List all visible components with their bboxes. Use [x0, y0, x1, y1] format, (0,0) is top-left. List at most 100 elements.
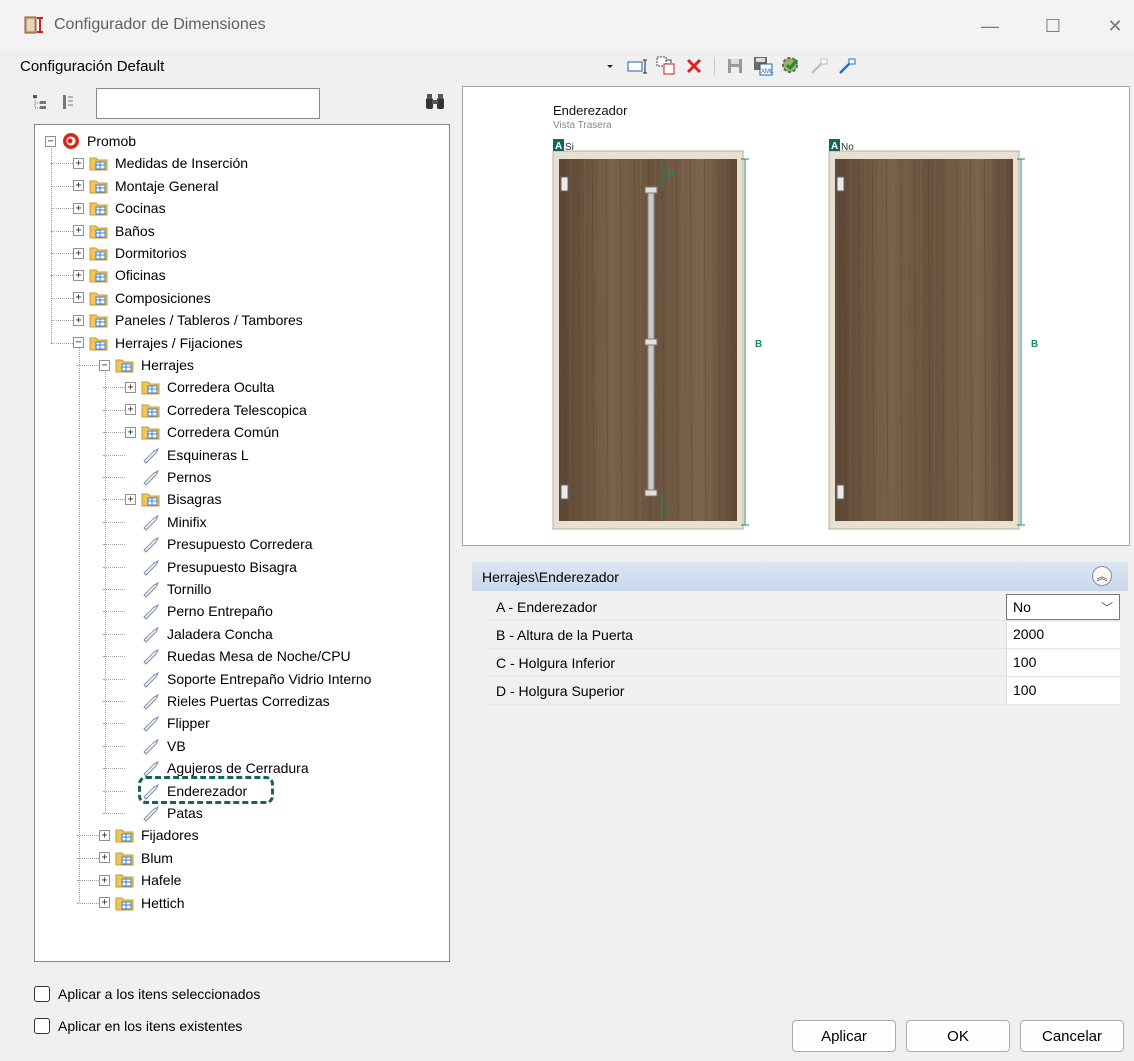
tree-node[interactable]: Ruedas Mesa de Noche/CPU — [141, 645, 351, 667]
collapse-node-icon[interactable]: − — [99, 359, 110, 371]
tree-node[interactable]: Perno Entrepaño — [141, 600, 273, 622]
tree-node[interactable]: + Dormitorios — [73, 242, 187, 264]
property-name: C - Holgura Inferior — [496, 655, 616, 671]
folder-icon — [115, 852, 134, 866]
rename-icon[interactable] — [626, 54, 650, 78]
expand-node-icon[interactable]: + — [125, 426, 136, 438]
tree-guide-line — [103, 432, 125, 434]
import-icon[interactable] — [807, 54, 831, 78]
dimension-d-label: D — [667, 169, 674, 179]
tree-node[interactable]: + Hettich — [99, 892, 185, 914]
tree-node[interactable]: Jaladera Concha — [141, 623, 273, 645]
tree-guide-line — [103, 611, 125, 613]
tree-node[interactable]: Pernos — [141, 466, 211, 488]
tree-node[interactable]: Patas — [141, 802, 203, 824]
tree-node[interactable]: Rieles Puertas Corredizas — [141, 690, 330, 712]
tree-node-promob[interactable]: − Promob — [45, 130, 136, 152]
tree-node[interactable]: VB — [141, 735, 186, 757]
category-tree[interactable]: − Promob + Medidas de Inserción + Montaje Gen… — [34, 124, 450, 962]
collapse-node-icon[interactable]: − — [45, 135, 56, 147]
holgura-superior-field[interactable]: 100 — [1006, 678, 1120, 704]
tree-view-icon[interactable] — [30, 92, 50, 112]
tree-node[interactable]: Minifix — [141, 511, 207, 533]
tree-node[interactable]: Flipper — [141, 712, 210, 734]
save-icon[interactable] — [723, 54, 747, 78]
enderezador-select[interactable]: No ﹀ — [1006, 594, 1120, 620]
save-as-icon[interactable]: XML — [751, 54, 775, 78]
search-input[interactable] — [96, 88, 320, 119]
expand-node-icon[interactable]: + — [99, 897, 110, 909]
tree-node[interactable]: + Cocinas — [73, 197, 166, 219]
tree-node[interactable]: + Medidas de Inserción — [73, 152, 248, 174]
tree-node[interactable]: Esquineras L — [141, 444, 249, 466]
tree-node[interactable]: + Corredera Común — [125, 421, 279, 443]
tree-node[interactable]: + Oficinas — [73, 264, 166, 286]
expand-node-icon[interactable]: + — [125, 381, 136, 393]
ok-button[interactable]: OK — [906, 1020, 1010, 1052]
copy-config-icon[interactable] — [654, 54, 678, 78]
tree-node-label: Paneles / Tableros / Tambores — [115, 312, 303, 329]
tree-guide-line — [103, 678, 125, 680]
expand-node-icon[interactable]: + — [73, 269, 84, 281]
properties-header: Herrajes\Enderezador ︽ — [472, 562, 1128, 591]
expand-node-icon[interactable]: + — [99, 852, 110, 864]
expand-node-icon[interactable]: + — [73, 292, 84, 304]
expand-node-icon[interactable]: + — [125, 404, 136, 416]
tree-node[interactable]: Soporte Entrepaño Vidrio Interno — [141, 668, 371, 690]
tree-node[interactable]: − Herrajes — [99, 354, 194, 376]
apply-selected-checkbox[interactable] — [34, 986, 50, 1002]
tree-guide-line — [51, 208, 73, 210]
tree-node[interactable]: − Herrajes / Fijaciones — [73, 332, 243, 354]
tree-node-label: Medidas de Inserción — [115, 155, 249, 172]
cancel-button[interactable]: Cancelar — [1020, 1020, 1124, 1052]
tree-node[interactable]: Presupuesto Corredera — [141, 533, 313, 555]
tree-node[interactable]: Tornillo — [141, 578, 211, 600]
folder-icon — [141, 381, 160, 395]
export-icon[interactable] — [835, 54, 859, 78]
expand-node-icon[interactable]: + — [73, 314, 84, 326]
property-name: A - Enderezador — [496, 599, 598, 615]
minimize-button[interactable]: — — [975, 12, 1005, 40]
expand-node-icon[interactable]: + — [73, 157, 84, 169]
delete-icon[interactable] — [682, 54, 706, 78]
window-title: Configurador de Dimensiones — [54, 16, 266, 33]
door-preview: Enderezador Vista Trasera A Si D C B A N… — [462, 86, 1130, 546]
tree-node[interactable]: + Composiciones — [73, 287, 211, 309]
close-button[interactable]: ✕ — [1100, 12, 1130, 40]
expand-node-icon[interactable]: + — [73, 225, 84, 237]
apply-existing-option[interactable]: Aplicar en los itens existentes — [34, 1018, 242, 1034]
expand-node-icon[interactable]: + — [73, 202, 84, 214]
tree-guide-line — [103, 566, 125, 568]
expand-node-icon[interactable]: + — [125, 493, 136, 505]
settings-check-icon[interactable] — [779, 54, 803, 78]
expand-node-icon[interactable]: + — [99, 874, 110, 886]
tree-node[interactable]: Presupuesto Bisagra — [141, 556, 297, 578]
apply-existing-checkbox[interactable] — [34, 1018, 50, 1034]
apply-selected-option[interactable]: Aplicar a los itens seleccionados — [34, 986, 260, 1002]
tree-node[interactable]: + Paneles / Tableros / Tambores — [73, 309, 303, 331]
hardware-item-icon — [143, 716, 160, 733]
holgura-inferior-field[interactable]: 100 — [1006, 650, 1120, 676]
expand-node-icon[interactable]: + — [73, 180, 84, 192]
maximize-button[interactable]: ☐ — [1038, 12, 1068, 40]
binoculars-search-icon[interactable] — [424, 92, 446, 112]
tree-node[interactable]: + Bisagras — [125, 488, 221, 510]
expand-node-icon[interactable]: + — [99, 829, 110, 841]
apply-button[interactable]: Aplicar — [792, 1020, 896, 1052]
tree-node[interactable]: + Hafele — [99, 869, 181, 891]
tree-node[interactable]: + Corredera Telescopica — [125, 399, 307, 421]
tree-node-label: Minifix — [167, 513, 207, 530]
tree-node[interactable]: + Blum — [99, 847, 173, 869]
tree-node[interactable]: + Corredera Oculta — [125, 376, 274, 398]
tree-node[interactable]: + Montaje General — [73, 175, 219, 197]
expand-node-icon[interactable]: + — [73, 247, 84, 259]
folder-icon — [115, 359, 134, 373]
tree-node[interactable]: + Baños — [73, 220, 155, 242]
dropdown-arrow-icon[interactable] — [598, 54, 622, 78]
list-view-icon[interactable] — [58, 92, 78, 112]
tree-node[interactable]: + Fijadores — [99, 824, 199, 846]
folder-icon — [141, 404, 160, 418]
collapse-icon[interactable]: ︽ — [1092, 566, 1112, 586]
collapse-node-icon[interactable]: − — [73, 337, 84, 349]
altura-field[interactable]: 2000 — [1006, 622, 1120, 648]
